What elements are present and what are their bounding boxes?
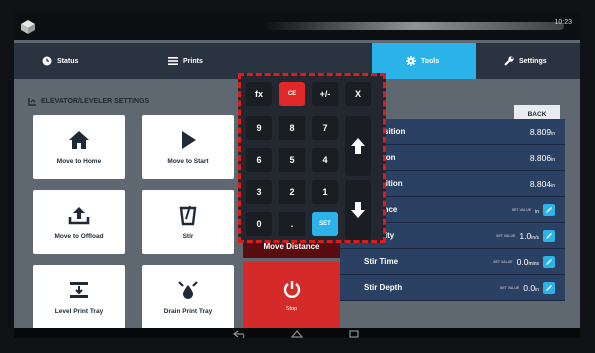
row-value: in xyxy=(535,208,539,215)
tile-label: Move to Offload xyxy=(54,233,104,240)
tile-label: Move to Home xyxy=(56,158,102,165)
section-header: ELEVATOR/LEVELER SETTINGS xyxy=(28,97,149,106)
home-icon xyxy=(69,131,89,149)
nav-back-icon[interactable] xyxy=(232,329,248,338)
key-close[interactable]: X xyxy=(345,82,371,106)
set-value-label: SET VALUE xyxy=(499,285,520,290)
tile-label: Stir xyxy=(182,233,194,240)
row-value: 8.806in xyxy=(529,152,555,163)
row-value: 1.0in/s xyxy=(519,230,539,241)
tab-label: Status xyxy=(57,57,79,65)
key-plus-minus[interactable]: +/- xyxy=(312,82,338,106)
row-value: 8.804in xyxy=(529,178,555,189)
level-icon xyxy=(70,282,88,298)
stop-label: Stop xyxy=(285,305,298,312)
row-value: 0.0mins xyxy=(516,256,539,267)
nav-recents-icon[interactable] xyxy=(346,329,362,338)
stir-icon xyxy=(179,205,197,226)
cube-logo-icon xyxy=(21,20,35,34)
set-value-label: SET VALUE xyxy=(493,259,513,264)
arrow-up-icon xyxy=(351,138,365,154)
tile-label: Move to Start xyxy=(167,158,209,165)
gear-icon xyxy=(406,56,416,66)
row-label: Stir Time xyxy=(364,257,399,266)
key-4[interactable]: 4 xyxy=(312,148,338,172)
row-label: Stir Depth xyxy=(364,283,403,292)
key-6[interactable]: 6 xyxy=(246,148,272,172)
drain-print-tray-button[interactable]: Drain Print Tray xyxy=(142,265,234,329)
tablet-bezel: 10:23 Status Prints Tools Settings ELEVA… xyxy=(0,0,595,353)
status-bar: 10:23 xyxy=(14,12,580,40)
tab-label: Prints xyxy=(183,57,203,65)
key-1[interactable]: 1 xyxy=(312,180,338,204)
tab-settings[interactable]: Settings xyxy=(490,43,580,79)
key-8[interactable]: 8 xyxy=(279,116,305,140)
velocity-set-field[interactable]: SET VALUE 1.0in/s xyxy=(496,229,555,242)
wrench-icon xyxy=(504,56,514,66)
upload-icon xyxy=(68,207,90,225)
key-down-arrow[interactable] xyxy=(345,180,371,240)
row-value: 0.0in xyxy=(523,282,539,293)
tile-label: Level Print Tray xyxy=(54,308,104,315)
key-0[interactable]: 0 xyxy=(246,212,272,236)
clock-icon xyxy=(42,56,52,66)
nav-home-icon[interactable] xyxy=(289,329,305,338)
tab-tools[interactable]: Tools xyxy=(372,43,476,79)
edit-pencil-icon[interactable] xyxy=(543,255,555,268)
stop-button[interactable]: Stop xyxy=(243,262,340,329)
tab-status[interactable]: Status xyxy=(28,43,148,79)
key-function[interactable]: fx xyxy=(246,82,272,106)
set-value-label: SET VALUE xyxy=(496,233,516,238)
tab-label: Tools xyxy=(421,57,440,65)
key-set[interactable]: SET xyxy=(312,212,338,236)
key-5[interactable]: 5 xyxy=(279,148,305,172)
edit-pencil-icon[interactable] xyxy=(543,281,555,294)
key-clear-entry[interactable]: CE xyxy=(279,82,305,106)
power-icon xyxy=(283,280,300,298)
tab-label: Settings xyxy=(519,57,547,65)
list-icon xyxy=(168,57,178,65)
play-icon xyxy=(182,131,196,149)
key-decimal[interactable]: . xyxy=(279,212,305,236)
move-to-offload-button[interactable]: Move to Offload xyxy=(33,190,125,254)
edit-pencil-icon[interactable] xyxy=(543,203,555,216)
key-2[interactable]: 2 xyxy=(279,180,305,204)
key-up-arrow[interactable] xyxy=(345,116,371,176)
android-nav-bar xyxy=(14,328,580,338)
key-3[interactable]: 3 xyxy=(246,180,272,204)
stir-button[interactable]: Stir xyxy=(142,190,234,254)
edit-pencil-icon[interactable] xyxy=(543,229,555,242)
stir-depth-set-field[interactable]: SET VALUE 0.0in xyxy=(499,281,555,294)
screen-glare xyxy=(264,22,564,30)
move-to-home-button[interactable]: Move to Home xyxy=(33,115,125,179)
stir-time-row[interactable]: Stir Time SET VALUE 0.0mins xyxy=(340,249,565,275)
key-7[interactable]: 7 xyxy=(312,116,338,140)
level-print-tray-button[interactable]: Level Print Tray xyxy=(33,265,125,329)
screen: 10:23 Status Prints Tools Settings ELEVA… xyxy=(14,12,580,338)
key-9[interactable]: 9 xyxy=(246,116,272,140)
arrow-down-icon xyxy=(351,202,365,218)
section-title: ELEVATOR/LEVELER SETTINGS xyxy=(41,98,150,105)
stir-depth-row[interactable]: Stir Depth SET VALUE 0.0in xyxy=(340,275,565,301)
move-to-start-button[interactable]: Move to Start xyxy=(142,115,234,179)
distance-set-field[interactable]: SET VALUE in xyxy=(511,203,555,216)
stir-time-set-field[interactable]: SET VALUE 0.0mins xyxy=(493,255,555,268)
numeric-keypad: fx CE +/- X 9 8 7 6 5 4 3 2 1 0 . SET xyxy=(238,73,386,243)
clock-time: 10:23 xyxy=(554,19,572,26)
drain-icon xyxy=(178,281,198,299)
elevator-icon xyxy=(28,98,36,106)
row-value: 8.809in xyxy=(529,126,555,137)
tile-label: Drain Print Tray xyxy=(163,308,213,315)
tab-prints[interactable]: Prints xyxy=(154,43,244,79)
set-value-label: SET VALUE xyxy=(511,207,532,212)
